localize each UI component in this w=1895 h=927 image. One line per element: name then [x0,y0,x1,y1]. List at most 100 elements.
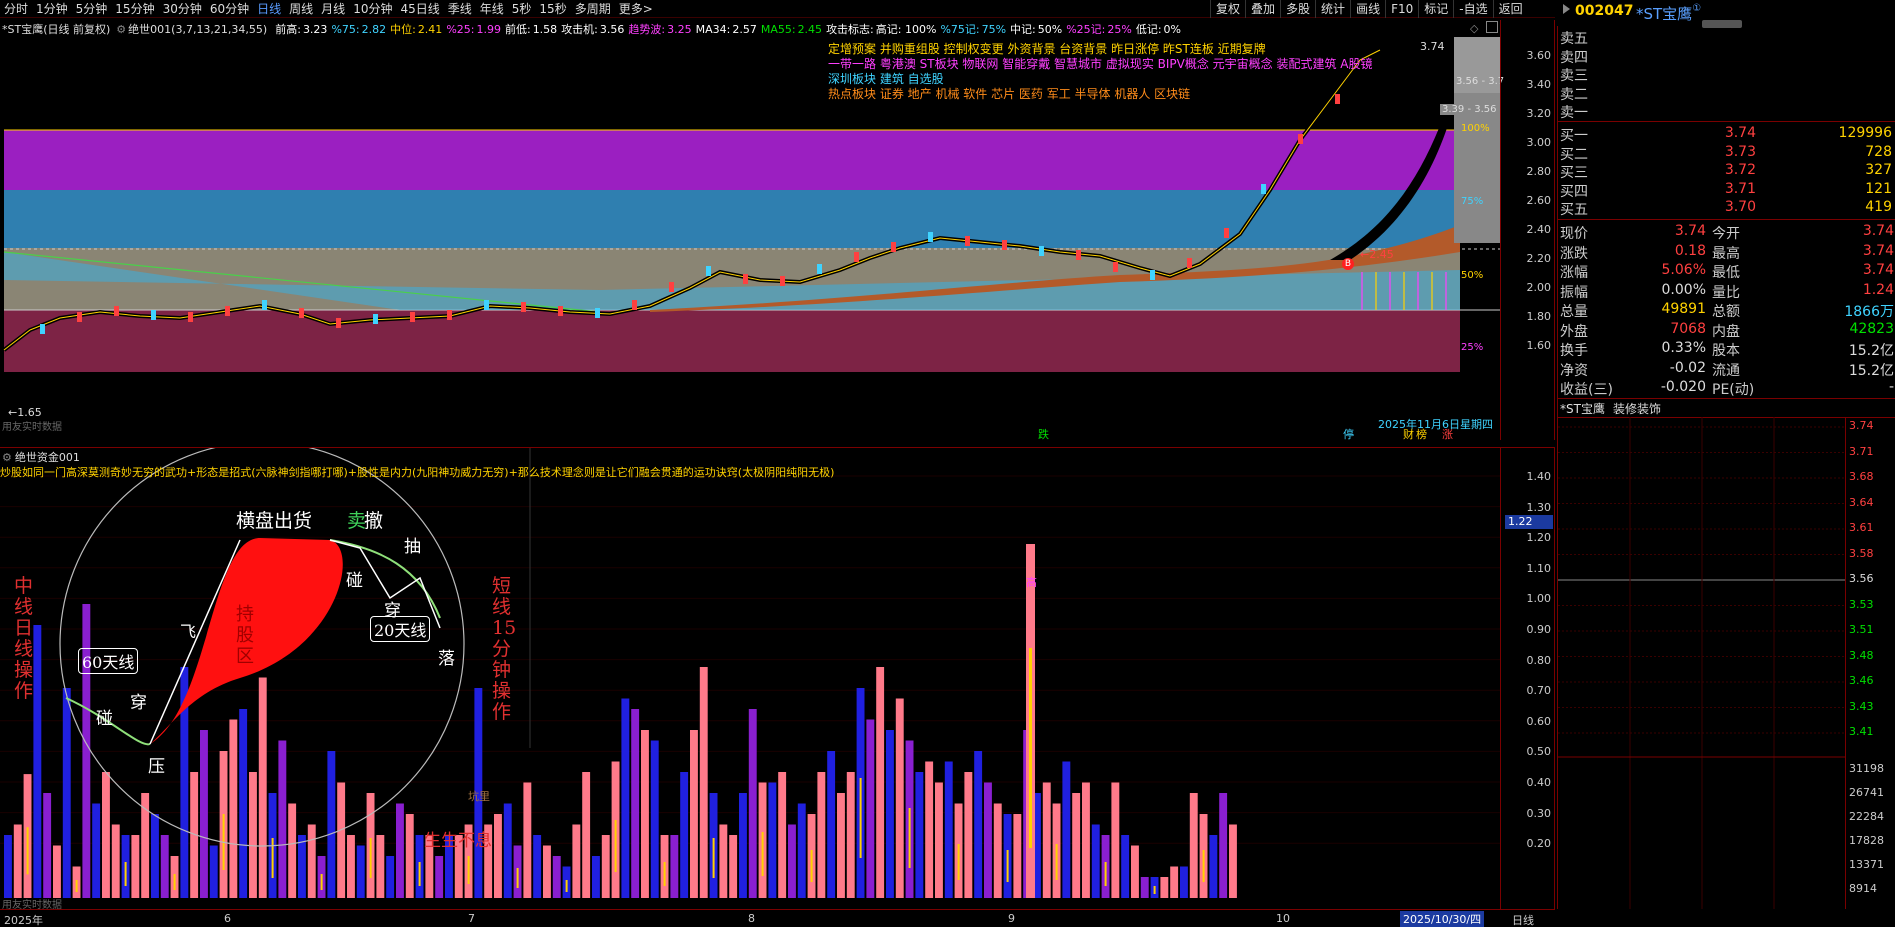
indicator-settings-icon[interactable]: ⚙ [2,451,12,464]
toolbar-button-3[interactable]: 统计 [1315,0,1350,18]
main-price-chart[interactable]: *ST宝鹰(日线 前复权) ⚙ 绝世001 (3,7,13,21,34,55) … [0,20,1555,441]
candle [1039,246,1044,256]
fund-bar [582,772,591,898]
period-0[interactable]: 分时 [0,0,32,18]
fund-bar [1209,835,1218,898]
fund-bar [690,730,698,898]
fund-bar [1082,782,1090,898]
indicator-name[interactable]: 绝世001 [128,21,171,37]
period-3[interactable]: 15分钟 [111,0,158,18]
readout-10: %75记: 75% [940,21,1006,37]
readout-value: 3.56 [599,23,625,36]
fund-indicator-chart[interactable]: ⚙ 绝世资金001 炒股如同一门高深莫测奇妙无穷的武功+形态是招式(六脉神剑指哪… [0,447,1555,911]
period-14[interactable]: 15秒 [535,0,570,18]
ask-row[interactable]: 卖四 [1558,47,1895,66]
fund-bar [543,845,551,898]
fund-bar-inner [565,880,568,892]
toolbar-button-1[interactable]: 叠加 [1245,0,1280,18]
period-10[interactable]: 45日线 [396,0,443,18]
fund-bar [699,667,708,898]
bid-row[interactable]: 买四 3.71 121 [1558,181,1895,200]
readout-label: 前高: [275,23,301,36]
toolbar-button-7[interactable]: -自选 [1453,0,1492,18]
toolbar-button-5[interactable]: F10 [1385,0,1418,18]
fund-bar [670,835,679,898]
period-16[interactable]: 更多> [615,0,657,18]
period-13[interactable]: 5秒 [508,0,536,18]
period-12[interactable]: 年线 [476,0,508,18]
diagram-touch-label: 碰 [346,571,363,591]
ask-row[interactable]: 卖二 [1558,84,1895,103]
fund-bar [111,824,120,898]
toolbar-button-6[interactable]: 标记 [1418,0,1453,18]
bid-price: 3.74 [1724,125,1756,141]
y-tick: 1.80 [1526,310,1552,323]
readout-0: 前高: 3.23 [275,21,327,37]
period-9[interactable]: 10分钟 [349,0,396,18]
readout-value: 1.99 [476,22,501,36]
stock-arrow-icon[interactable] [1561,2,1573,14]
readout-label: 攻击机: [561,23,598,36]
main-y-axis: 3.60 3.40 3.20 3.00 2.80 2.60 2.40 2.20 2.00 1.80… [1500,20,1555,440]
intraday-mini-chart[interactable] [1558,417,1845,909]
collapse-icon[interactable]: ◇ [1470,22,1478,35]
period-5[interactable]: 60分钟 [206,0,253,18]
period-15[interactable]: 多周期 [571,0,615,18]
period-switch[interactable]: 日线 [1512,912,1534,927]
indicator-title-line: ⚙ 绝世资金001 [2,449,80,465]
indicator-title[interactable]: 绝世资金001 [15,449,80,465]
quote-label: PE(动) [1712,382,1755,398]
period-11[interactable]: 季线 [444,0,476,18]
bid-row[interactable]: 买五 3.70 419 [1558,199,1895,218]
fund-bar [4,835,12,898]
toolbar-button-0[interactable]: 复权 [1210,0,1245,18]
signal-price-label: ←2.45 [1360,248,1394,261]
readout-6: 趋势波: 3.25 [628,21,691,37]
concept-line-3: 热点板块 证券 地产 机械 软件 芯片 医药 军工 半导体 机器人 区块链 [828,87,1191,101]
toolbar-button-2[interactable]: 多股 [1280,0,1315,18]
x-label-6: 6 [224,912,231,925]
fund-bar-inner [1153,886,1156,894]
quote-label: 流通 [1712,362,1740,379]
bid-volume: 327 [1865,162,1892,178]
settings-icon[interactable]: ⚙ [116,23,126,36]
fund-bar [33,625,42,898]
bid-label: 买二 [1560,146,1588,163]
diagram-life-label: 生生不息 [424,831,492,851]
y-tick: 2.00 [1526,281,1552,294]
fund-bar [641,730,649,898]
toolbar-button-8[interactable]: 返回 [1492,0,1528,18]
mini-volume-tick: 8914 [1849,882,1877,895]
y-tick: 0.40 [1526,776,1552,789]
bid-row[interactable]: 买一 3.74 129996 [1558,125,1895,144]
period-2[interactable]: 5分钟 [72,0,112,18]
readout-value: 3.23 [302,23,328,36]
maximize-icon[interactable] [1486,21,1498,33]
ask-row[interactable]: 卖三 [1558,65,1895,84]
ask-row[interactable]: 卖五 [1558,28,1895,47]
period-7[interactable]: 周线 [285,0,317,18]
mini-chart-sector[interactable]: 装修装饰 [1613,402,1661,416]
quote-value: 15.2亿 [1848,362,1894,379]
period-4[interactable]: 30分钟 [159,0,206,18]
ask-row[interactable]: 卖一 [1558,102,1895,121]
quote-label: 涨跌 [1560,245,1588,262]
fund-bar [837,793,845,898]
bid-row[interactable]: 买二 3.73 728 [1558,144,1895,163]
readout-value: 2.45 [797,22,823,36]
period-6[interactable]: 日线 [253,0,285,18]
mini-volume-tick: 22284 [1849,810,1884,823]
period-1[interactable]: 1分钟 [32,0,72,18]
quote-value: 0.00% [1661,281,1706,298]
bid-volume: 419 [1865,199,1892,215]
quote-row: 现价 3.74 今开 3.74 [1558,223,1895,242]
toolbar-button-4[interactable]: 画线 [1350,0,1385,18]
period-8[interactable]: 月线 [317,0,349,18]
band-75 [4,190,1460,248]
readout-label: 攻击标志: [826,23,874,36]
quote-value: 7068 [1670,320,1706,337]
y-tick: 0.20 [1526,837,1552,851]
bid-row[interactable]: 买三 3.72 327 [1558,162,1895,181]
diagram-fly-label: 飞 [180,622,197,641]
price-range-tag-2: 3.39 - 3.56 [1440,104,1499,115]
